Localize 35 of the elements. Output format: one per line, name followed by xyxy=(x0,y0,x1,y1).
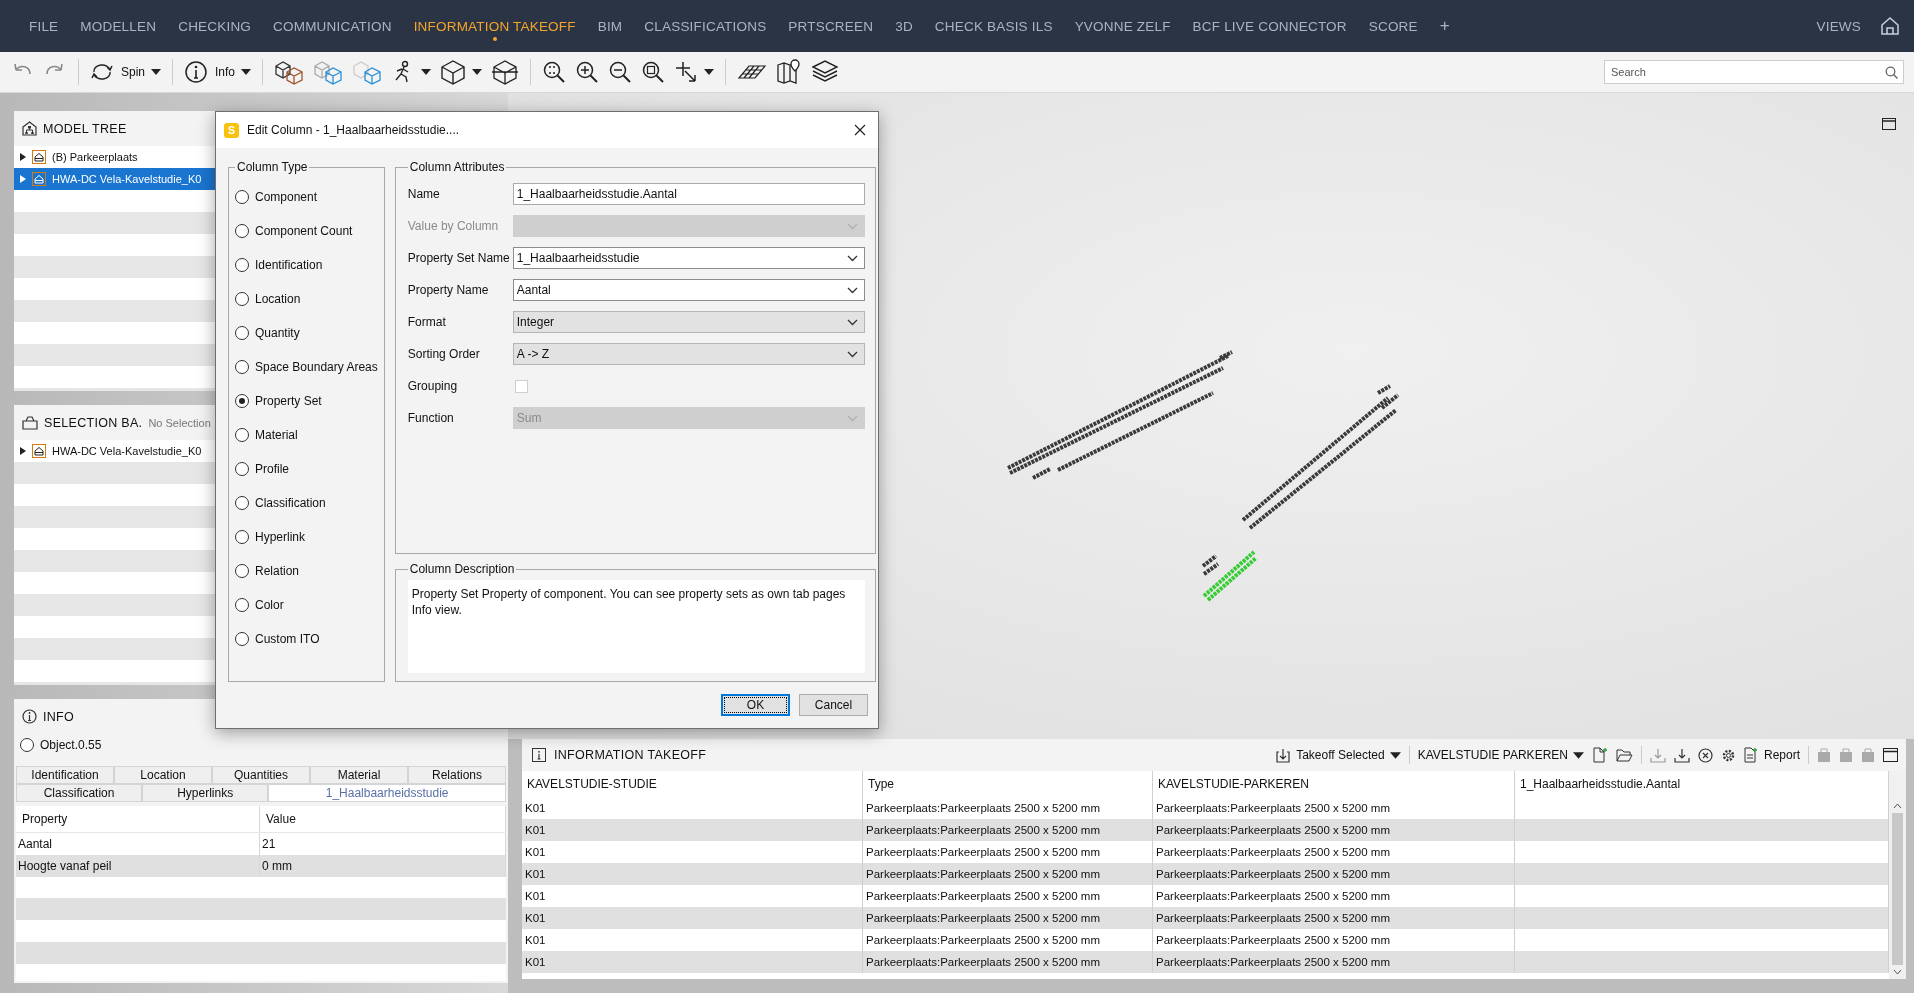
table-cell: Parkeerplaats:Parkeerplaats 2500 x 5200 mm xyxy=(1153,863,1515,885)
panel-title: SELECTION BA. xyxy=(44,415,143,430)
table-cell: Parkeerplaats:Parkeerplaats 2500 x 5200 mm xyxy=(863,819,1153,841)
table-cell: 0 mm xyxy=(260,855,506,877)
table-cell: K01 xyxy=(522,907,863,929)
field-label: Format xyxy=(407,315,447,329)
table-cell: Parkeerplaats:Parkeerplaats 2500 x 5200 mm xyxy=(863,907,1153,929)
field-label: Sorting Order xyxy=(407,347,481,361)
table-cell: Parkeerplaats:Parkeerplaats 2500 x 5200 mm xyxy=(1153,819,1515,841)
panel-title: MODEL TREE xyxy=(43,121,127,136)
group-title: Column Description xyxy=(408,562,516,576)
table-cell: Hoogte vanaf peil xyxy=(16,855,260,877)
table-cell: K01 xyxy=(522,951,863,973)
table-cell: Parkeerplaats:Parkeerplaats 2500 x 5200 mm xyxy=(863,863,1153,885)
field-label: Value by Column xyxy=(407,219,500,233)
table-cell: K01 xyxy=(522,863,863,885)
group-title: Column Attributes xyxy=(408,160,506,174)
column-header: Property xyxy=(16,806,260,832)
field-label: Property Set Name xyxy=(407,251,511,265)
dialog-title: Edit Column - 1_Haalbaarheidsstudie.... xyxy=(247,123,460,137)
table-cell: K01 xyxy=(522,819,863,841)
table-cell: Parkeerplaats:Parkeerplaats 2500 x 5200 mm xyxy=(863,951,1153,973)
field-label: Property Name xyxy=(407,283,490,297)
panel-title: INFO xyxy=(43,709,75,724)
app-logo: S xyxy=(224,122,239,138)
field-label: Function xyxy=(407,411,455,425)
group-title: Column Type xyxy=(236,160,309,174)
table-cell: Parkeerplaats:Parkeerplaats 2500 x 5200 mm xyxy=(1153,951,1515,973)
field-label: Grouping xyxy=(407,379,459,393)
selection-status: No Selection xyxy=(148,416,211,429)
panel-title: INFORMATION TAKEOFF xyxy=(554,748,707,762)
table-cell: Parkeerplaats:Parkeerplaats 2500 x 5200 mm xyxy=(1153,907,1515,929)
field-label: Name xyxy=(407,187,441,201)
description-text: Property Set Property of component. You can see property sets as own tab pages Info view. xyxy=(407,580,865,673)
column-header: Value xyxy=(260,806,506,832)
